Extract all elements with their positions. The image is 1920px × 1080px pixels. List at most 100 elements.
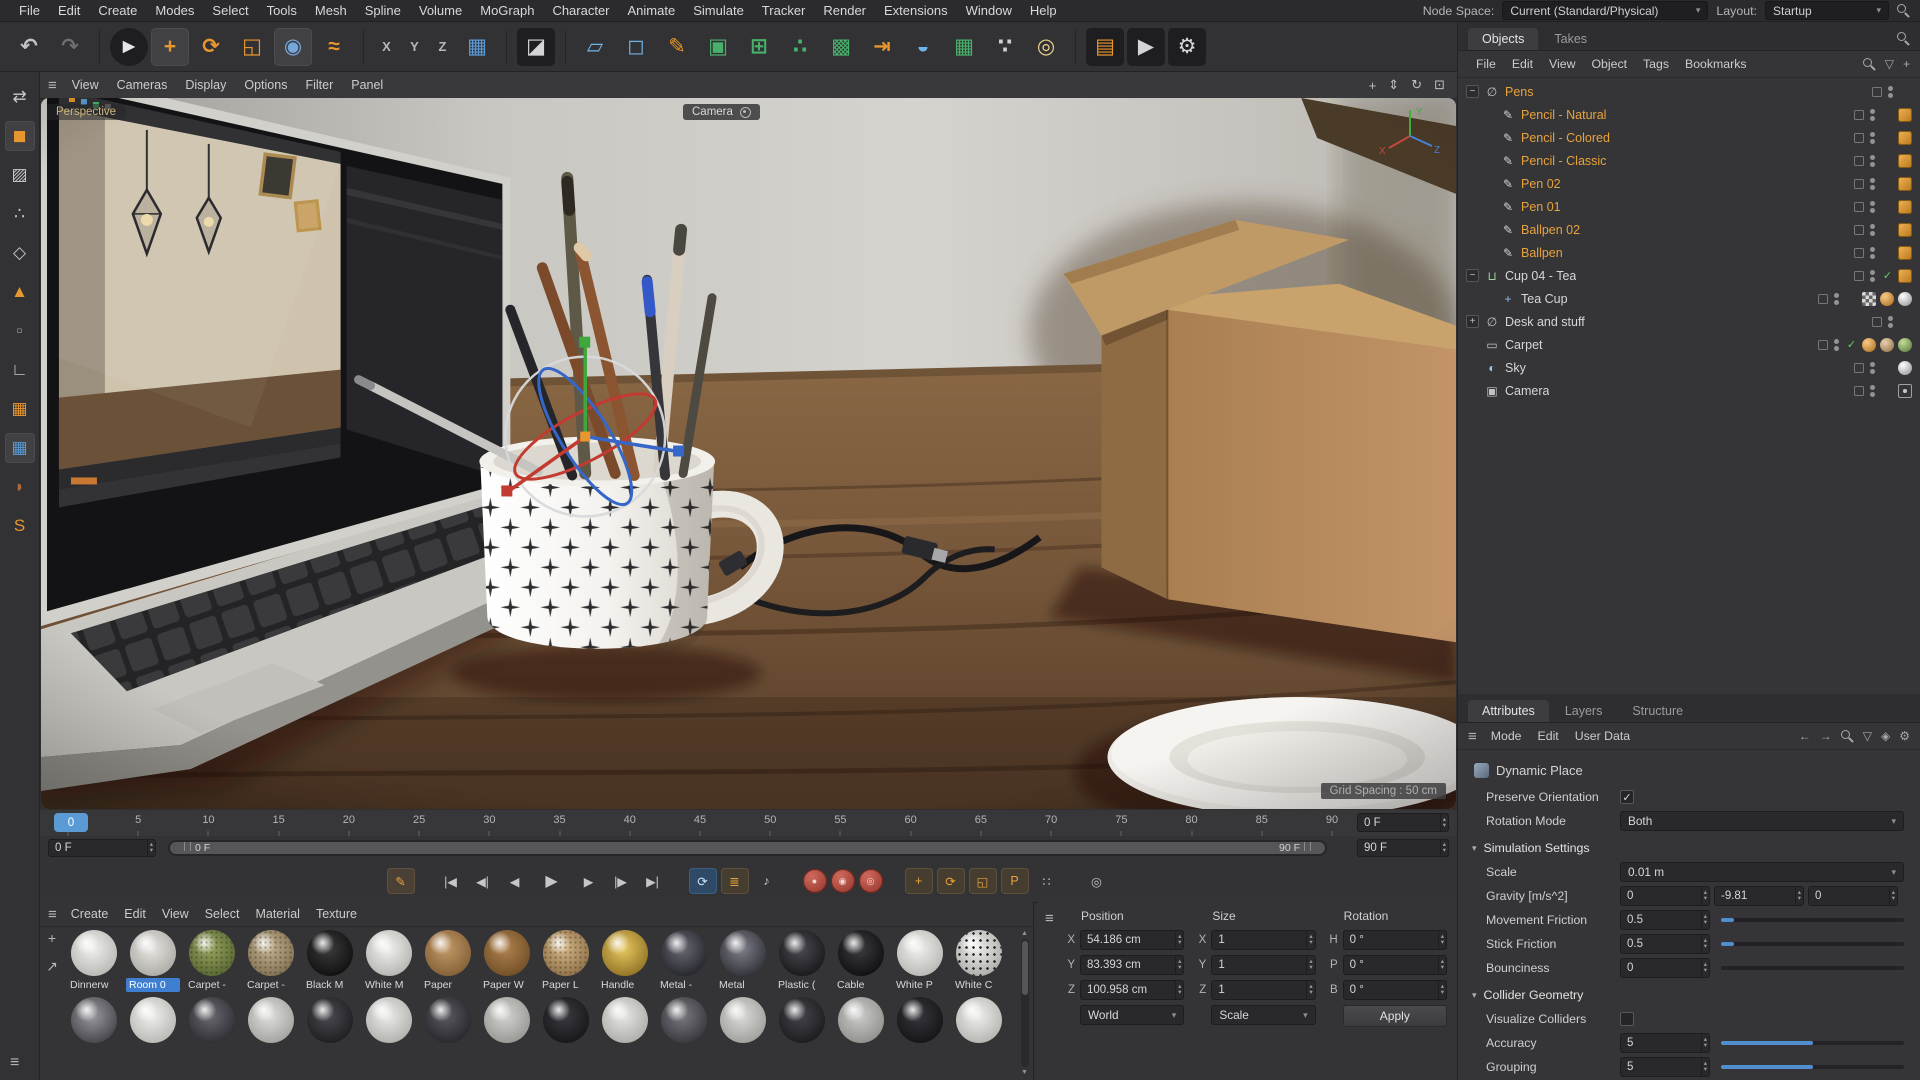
material-link-icon[interactable]: ↗ <box>46 958 58 975</box>
history-back-icon[interactable]: ← <box>1799 729 1811 743</box>
range-handle-icon[interactable] <box>184 842 191 851</box>
checker-tag-icon[interactable] <box>1862 291 1876 306</box>
make-editable-button[interactable]: ⇄ <box>5 82 35 112</box>
material-item[interactable] <box>243 997 299 1043</box>
layout-dropdown[interactable]: Startup ▾ <box>1765 1 1889 20</box>
material-sphere[interactable] <box>307 997 353 1043</box>
material-sphere[interactable] <box>838 997 884 1043</box>
section-collider-geometry[interactable]: ▾ Collider Geometry <box>1472 984 1910 1006</box>
layer-toggle-icon[interactable] <box>1872 316 1882 327</box>
previous-frame-button[interactable]: ◀ <box>501 868 529 894</box>
material-item-white-p[interactable]: White P <box>892 930 948 992</box>
mat-tag-icon[interactable] <box>1898 130 1912 145</box>
material-item[interactable] <box>656 997 712 1043</box>
layer-toggle-icon[interactable] <box>1854 201 1864 212</box>
stepper-icon[interactable]: ▴ ▾ <box>146 840 155 856</box>
dynamic-place-tool[interactable]: ◉ <box>274 27 312 66</box>
record-scale-button[interactable]: ◱ <box>968 868 997 894</box>
coord-size-x-field[interactable]: 1 ▴ ▾ <box>1211 930 1316 950</box>
tweak-mode-button[interactable]: ▫ <box>5 316 35 346</box>
stepper-icon[interactable]: ▴ ▾ <box>1306 931 1314 949</box>
material-item-plastic[interactable]: Plastic ( <box>774 930 830 992</box>
stepper-icon[interactable]: ▴ ▾ <box>1437 981 1446 999</box>
light-object-button[interactable]: ◎ <box>1027 28 1065 66</box>
tab-structure[interactable]: Structure <box>1618 700 1697 722</box>
workplane-button[interactable]: ▦ <box>458 28 496 66</box>
record-position-button[interactable]: + <box>904 868 933 894</box>
cloth-object-button[interactable]: ◒ <box>904 28 942 66</box>
attr-stick-friction-slider[interactable] <box>1721 942 1904 946</box>
go-to-end-button[interactable]: ▶| <box>639 868 667 894</box>
search-icon[interactable] <box>1897 4 1910 17</box>
camera-orbit-icon[interactable]: ↻ <box>1411 77 1422 93</box>
menu-simulate[interactable]: Simulate <box>684 3 753 18</box>
keyframe-track-button[interactable]: ≣ <box>720 868 749 894</box>
material-item[interactable] <box>715 997 771 1043</box>
tree-item-ballpen-02[interactable]: ✎ Ballpen 02 <box>1458 218 1920 241</box>
array-object-button[interactable]: ∴ <box>781 28 819 66</box>
search-icon[interactable] <box>1897 32 1910 45</box>
axis-lock-x-button[interactable]: X <box>374 28 399 66</box>
cube-primitive-button[interactable]: ◻ <box>617 28 655 66</box>
stepper-icon[interactable]: ▴ ▾ <box>1700 911 1709 929</box>
material-item[interactable] <box>479 997 535 1043</box>
menu-help[interactable]: Help <box>1021 3 1066 18</box>
search-icon[interactable] <box>1840 729 1854 743</box>
solo-animation-button[interactable]: ◎ <box>1083 868 1111 894</box>
pen-spline-button[interactable]: ✎ <box>658 28 696 66</box>
symmetry-object-button[interactable]: ⊞ <box>740 28 778 66</box>
live-selection-tool[interactable]: ► <box>110 27 148 66</box>
coord-position-x-field[interactable]: 54.186 cm ▴ ▾ <box>1080 930 1185 950</box>
visibility-dots-icon[interactable] <box>1888 315 1893 328</box>
panel-menu-icon[interactable]: ≡ <box>48 906 57 923</box>
visibility-dots-icon[interactable] <box>1834 292 1839 305</box>
layer-toggle-icon[interactable] <box>1854 385 1864 396</box>
attr-bounciness-value[interactable]: 0 ▴ ▾ <box>1620 958 1710 978</box>
material-sphere[interactable] <box>130 930 176 976</box>
object-menu-tags[interactable]: Tags <box>1635 57 1677 71</box>
attr-gravity-m-s-2-value-0[interactable]: 0 ▴ ▾ <box>1620 886 1710 906</box>
plane-object-button[interactable]: ▦ <box>945 28 983 66</box>
layer-toggle-icon[interactable] <box>1854 270 1864 281</box>
tree-item-pencil-natural[interactable]: ✎ Pencil - Natural <box>1458 103 1920 126</box>
material-item-paper[interactable]: Paper <box>420 930 476 992</box>
current-frame-field[interactable]: 0 F ▴ ▾ <box>1357 813 1449 832</box>
sphere-green-tag-icon[interactable] <box>1898 337 1912 352</box>
material-sphere[interactable] <box>897 997 943 1043</box>
attr-accuracy-slider[interactable] <box>1721 1041 1904 1045</box>
simulate-tool[interactable]: ≈ <box>315 28 353 66</box>
node-space-dropdown[interactable]: Current (Standard/Physical) ▾ <box>1502 1 1709 20</box>
material-menu-edit[interactable]: Edit <box>116 907 154 921</box>
material-sphere[interactable] <box>602 997 648 1043</box>
search-icon[interactable] <box>1862 57 1876 71</box>
camera-dolly-icon[interactable]: ⇕ <box>1388 77 1399 93</box>
mat-tag-icon[interactable] <box>1898 107 1912 122</box>
autokey-toggle-button[interactable]: ◉ <box>830 869 855 893</box>
preview-range-row[interactable]: 0 F ▴ ▾ 0 F 90 F 90 F ▴ ▾ <box>40 836 1457 861</box>
go-to-start-button[interactable]: |◀ <box>437 868 465 894</box>
target-tag-icon[interactable] <box>1898 383 1912 398</box>
viewport-menu-display[interactable]: Display <box>176 78 235 92</box>
tab-takes[interactable]: Takes <box>1540 28 1601 50</box>
render-settings-button[interactable]: ⚙ <box>1168 27 1206 66</box>
add-material-icon[interactable]: + <box>48 930 56 946</box>
material-sphere[interactable] <box>366 997 412 1043</box>
cloner-object-button[interactable]: ▣ <box>699 28 737 66</box>
menu-mograph[interactable]: MoGraph <box>471 3 543 18</box>
stepper-icon[interactable]: ▴ ▾ <box>1700 959 1709 977</box>
stepper-icon[interactable]: ▴ ▾ <box>1306 981 1314 999</box>
record-rotation-button[interactable]: ⟳ <box>936 868 965 894</box>
stepper-icon[interactable]: ▴ ▾ <box>1437 931 1446 949</box>
redo-icon[interactable]: ↷ <box>51 28 89 66</box>
object-menu-bookmarks[interactable]: Bookmarks <box>1677 57 1755 71</box>
tree-item-pens[interactable]: − ∅ Pens <box>1458 80 1920 103</box>
material-item[interactable] <box>951 997 1007 1043</box>
substance-button[interactable]: S <box>5 511 35 541</box>
menu-tracker[interactable]: Tracker <box>753 3 815 18</box>
coord-size-y-field[interactable]: 1 ▴ ▾ <box>1211 955 1316 975</box>
mat-tag-icon[interactable] <box>1898 245 1912 260</box>
keyframe-selection-button[interactable]: ◎ <box>858 869 883 893</box>
scale-tool[interactable]: ◱ <box>233 28 271 66</box>
material-sphere[interactable] <box>71 930 117 976</box>
layer-toggle-icon[interactable] <box>1872 86 1882 97</box>
